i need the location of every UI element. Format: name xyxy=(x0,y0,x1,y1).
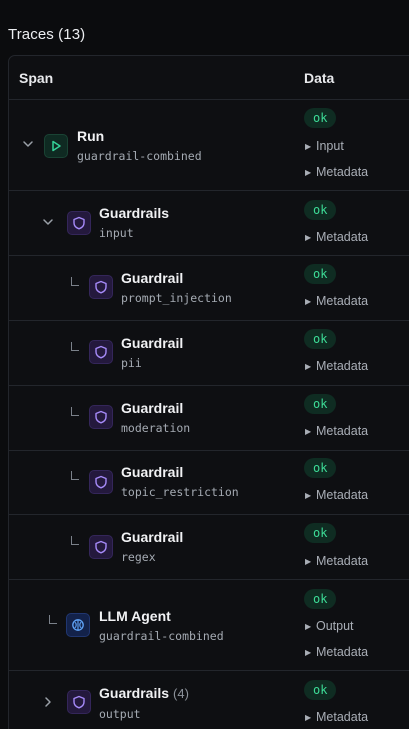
span-subtitle: moderation xyxy=(121,421,191,435)
tree-connector xyxy=(49,615,57,624)
trace-row-llm-agent[interactable]: LLM Agent guardrail-combined ok ▶ Output … xyxy=(9,579,409,671)
caret-right-icon: ▶ xyxy=(305,297,312,306)
status-badge: ok xyxy=(304,589,337,609)
span-subtitle: output xyxy=(99,707,141,721)
span-name: LLM Agent xyxy=(99,608,171,624)
span-subtitle: input xyxy=(99,226,134,240)
metadata-expander[interactable]: ▶ Metadata xyxy=(305,488,368,502)
trace-row-guardrail-topic-restriction[interactable]: Guardrail topic_restriction ok ▶ Metadata xyxy=(9,450,409,515)
brain-icon xyxy=(66,613,90,637)
metadata-expander[interactable]: ▶ Metadata xyxy=(305,424,368,438)
span-name: Guardrail xyxy=(121,270,184,286)
traces-title: Traces (13) xyxy=(8,26,86,43)
caret-right-icon: ▶ xyxy=(305,622,312,631)
status-badge: ok xyxy=(304,264,337,284)
span-subtitle: guardrail-combined xyxy=(77,149,202,163)
chevron-down-icon[interactable] xyxy=(21,137,35,151)
span-subtitle: prompt_injection xyxy=(121,291,232,305)
caret-right-icon: ▶ xyxy=(305,142,312,151)
caret-right-icon: ▶ xyxy=(305,713,312,722)
status-badge: ok xyxy=(304,458,337,478)
child-count: (4) xyxy=(173,686,189,701)
span-name: Guardrails xyxy=(99,205,170,221)
column-header-data: Data xyxy=(304,70,335,86)
table-header: Span Data xyxy=(9,56,409,100)
span-name: Guardrail xyxy=(121,400,184,416)
tree-connector xyxy=(71,277,79,286)
traces-table: Span Data Run guardrail-combined ok ▶ Inp… xyxy=(8,55,409,729)
trace-row-guardrail-moderation[interactable]: Guardrail moderation ok ▶ Metadata xyxy=(9,385,409,451)
traces-panel: Traces (13) Span Data Run guardrail-comb… xyxy=(0,0,409,729)
caret-right-icon: ▶ xyxy=(305,233,312,242)
metadata-expander[interactable]: ▶ Metadata xyxy=(305,294,368,308)
shield-icon xyxy=(89,470,113,494)
metadata-expander[interactable]: ▶ Metadata xyxy=(305,230,368,244)
column-header-span: Span xyxy=(19,70,54,86)
chevron-right-icon[interactable] xyxy=(41,695,55,709)
trace-row-guardrail-prompt-injection[interactable]: Guardrail prompt_injection ok ▶ Metadata xyxy=(9,255,409,321)
caret-right-icon: ▶ xyxy=(305,168,312,177)
play-icon xyxy=(44,134,68,158)
shield-icon xyxy=(67,690,91,714)
shield-icon xyxy=(89,535,113,559)
shield-icon xyxy=(89,405,113,429)
tree-connector xyxy=(71,407,79,416)
span-name: Guardrail xyxy=(121,529,184,545)
status-badge: ok xyxy=(304,523,337,543)
shield-icon xyxy=(67,211,91,235)
span-subtitle: pii xyxy=(121,356,142,370)
tree-connector xyxy=(71,342,79,351)
span-name: Guardrail xyxy=(121,335,184,351)
span-subtitle: topic_restriction xyxy=(121,485,239,499)
caret-right-icon: ▶ xyxy=(305,648,312,657)
status-badge: ok xyxy=(304,680,337,700)
status-badge: ok xyxy=(304,200,337,220)
caret-right-icon: ▶ xyxy=(305,557,312,566)
span-subtitle: guardrail-combined xyxy=(99,629,224,643)
metadata-expander[interactable]: ▶ Metadata xyxy=(305,359,368,373)
caret-right-icon: ▶ xyxy=(305,427,312,436)
status-badge: ok xyxy=(304,329,337,349)
shield-icon xyxy=(89,275,113,299)
span-name: Guardrails (4) xyxy=(99,685,189,701)
shield-icon xyxy=(89,340,113,364)
trace-row-guardrails-output[interactable]: Guardrails (4) output ok ▶ Metadata xyxy=(9,670,409,729)
metadata-expander[interactable]: ▶ Metadata xyxy=(305,165,368,179)
trace-row-guardrail-regex[interactable]: Guardrail regex ok ▶ Metadata xyxy=(9,514,409,580)
metadata-expander[interactable]: ▶ Metadata xyxy=(305,554,368,568)
caret-right-icon: ▶ xyxy=(305,491,312,500)
caret-right-icon: ▶ xyxy=(305,362,312,371)
trace-row-guardrail-pii[interactable]: Guardrail pii ok ▶ Metadata xyxy=(9,320,409,386)
tree-connector xyxy=(71,536,79,545)
tree-connector xyxy=(71,471,79,480)
metadata-expander[interactable]: ▶ Metadata xyxy=(305,645,368,659)
input-expander[interactable]: ▶ Input xyxy=(305,139,344,153)
span-name: Guardrail xyxy=(121,464,184,480)
status-badge: ok xyxy=(304,108,337,128)
chevron-down-icon[interactable] xyxy=(41,215,55,229)
metadata-expander[interactable]: ▶ Metadata xyxy=(305,710,368,724)
trace-row-guardrails-input[interactable]: Guardrails input ok ▶ Metadata xyxy=(9,190,409,256)
span-subtitle: regex xyxy=(121,550,156,564)
status-badge: ok xyxy=(304,394,337,414)
trace-row-run[interactable]: Run guardrail-combined ok ▶ Input ▶ Metada… xyxy=(9,99,409,191)
output-expander[interactable]: ▶ Output xyxy=(305,619,354,633)
span-name: Run xyxy=(77,128,105,144)
